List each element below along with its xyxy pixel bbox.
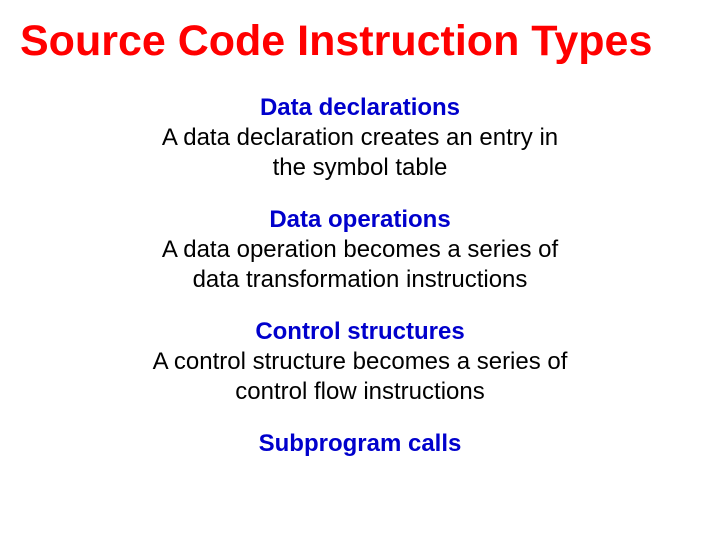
section-data-operations: Data operations A data operation becomes… xyxy=(20,205,700,295)
section-body-line: the symbol table xyxy=(20,153,700,183)
section-heading: Data operations xyxy=(20,205,700,235)
section-body-line: control flow instructions xyxy=(20,377,700,407)
slide: Source Code Instruction Types Data decla… xyxy=(0,0,720,540)
slide-title: Source Code Instruction Types xyxy=(20,18,700,65)
section-control-structures: Control structures A control structure b… xyxy=(20,317,700,407)
section-data-declarations: Data declarations A data declaration cre… xyxy=(20,93,700,183)
section-heading: Subprogram calls xyxy=(20,429,700,459)
section-body-line: A data declaration creates an entry in xyxy=(20,123,700,153)
section-body-line: A data operation becomes a series of xyxy=(20,235,700,265)
section-body-line: data transformation instructions xyxy=(20,265,700,295)
section-heading: Data declarations xyxy=(20,93,700,123)
section-body-line: A control structure becomes a series of xyxy=(20,347,700,377)
section-subprogram-calls: Subprogram calls xyxy=(20,429,700,459)
section-heading: Control structures xyxy=(20,317,700,347)
